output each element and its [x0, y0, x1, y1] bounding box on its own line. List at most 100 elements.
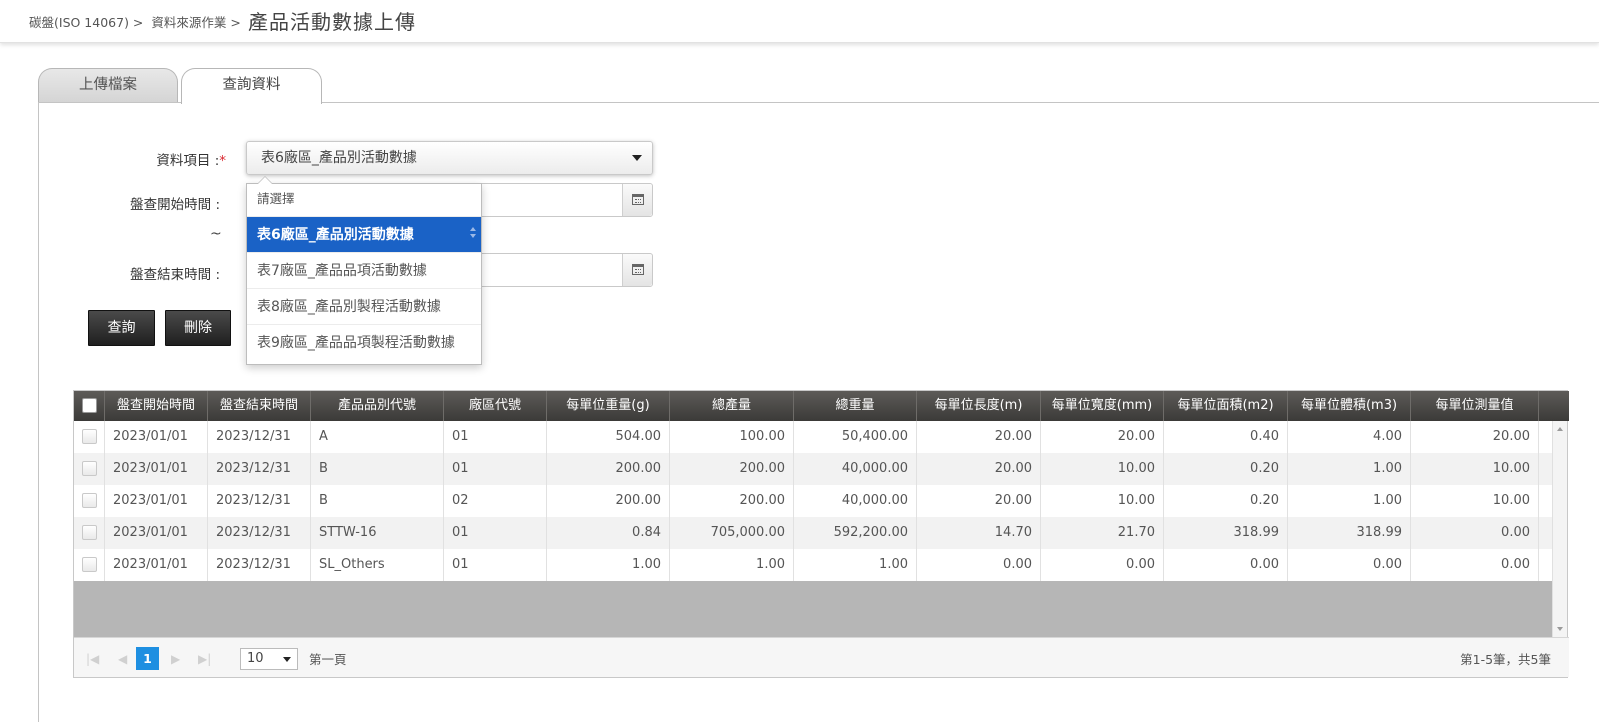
scroll-down-icon[interactable]	[1557, 627, 1563, 631]
row-checkbox[interactable]	[82, 557, 97, 572]
cell-unit-area: 0.20	[1164, 453, 1288, 485]
column-header[interactable]: 總重量	[794, 391, 917, 421]
cell-unit-length: 14.70	[917, 517, 1041, 549]
column-header[interactable]: 總產量	[670, 391, 794, 421]
cell-start-date: 2023/01/01	[105, 485, 208, 517]
cell-start-date: 2023/01/01	[105, 549, 208, 581]
dropdown-option-placeholder[interactable]: 請選擇	[247, 184, 481, 217]
row-checkbox-cell	[74, 453, 105, 485]
cell-unit-length: 20.00	[917, 453, 1041, 485]
cell-product-code: STTW-16	[311, 517, 444, 549]
data-item-select-value: 表6廠區_產品別活動數據	[261, 150, 417, 166]
start-time-label: 盤查開始時間 :	[130, 197, 220, 213]
cell-unit-measure: 0.00	[1411, 517, 1539, 549]
cell-total-weight: 50,400.00	[794, 421, 917, 453]
start-date-calendar-button[interactable]	[622, 184, 652, 216]
cell-total-output: 200.00	[670, 485, 794, 517]
cell-end-date: 2023/12/31	[208, 421, 311, 453]
row-checkbox-cell	[74, 421, 105, 453]
end-date-calendar-button[interactable]	[622, 254, 652, 286]
cell-total-weight: 40,000.00	[794, 485, 917, 517]
grid-vertical-scrollbar[interactable]	[1552, 421, 1567, 637]
column-header[interactable]: 產品品別代號	[311, 391, 444, 421]
dropdown-option-label: 表6廠區_產品別活動數據	[257, 227, 414, 243]
cell-plant-code: 01	[444, 421, 547, 453]
chevron-down-icon	[283, 657, 291, 662]
cell-end-date: 2023/12/31	[208, 485, 311, 517]
last-page-icon[interactable]: ▶|	[198, 652, 211, 666]
cell-unit-weight: 200.00	[547, 485, 670, 517]
column-header[interactable]: 盤查開始時間	[105, 391, 208, 421]
dropdown-option-table6[interactable]: 表6廠區_產品別活動數據	[247, 217, 481, 253]
dropdown-option-table8[interactable]: 表8廠區_產品別製程活動數據	[247, 289, 481, 325]
breadcrumb-item-carbon[interactable]: 碳盤(ISO 14067) >	[29, 15, 143, 30]
cell-product-code: A	[311, 421, 444, 453]
cell-unit-volume: 1.00	[1288, 485, 1411, 517]
data-item-select[interactable]: 表6廠區_產品別活動數據	[246, 141, 653, 175]
cell-unit-width: 20.00	[1041, 421, 1164, 453]
column-header[interactable]: 盤查結束時間	[208, 391, 311, 421]
cell-product-code: SL_Others	[311, 549, 444, 581]
cell-start-date: 2023/01/01	[105, 517, 208, 549]
dropdown-pointer	[257, 176, 273, 184]
tab-query-data[interactable]: 查詢資料	[181, 68, 322, 104]
breadcrumb: 碳盤(ISO 14067) > 資料來源作業 >	[29, 12, 245, 31]
tab-upload-file[interactable]: 上傳檔案	[38, 68, 178, 103]
row-checkbox-cell	[74, 517, 105, 549]
page-size-value: 10	[247, 651, 264, 666]
cell-plant-code: 01	[444, 517, 547, 549]
cell-unit-length: 20.00	[917, 421, 1041, 453]
cell-unit-weight: 504.00	[547, 421, 670, 453]
cell-unit-length: 20.00	[917, 485, 1041, 517]
next-page-icon[interactable]: ▶	[171, 652, 180, 666]
cell-unit-volume: 4.00	[1288, 421, 1411, 453]
row-checkbox[interactable]	[82, 525, 97, 540]
first-page-icon[interactable]: |◀	[86, 652, 99, 666]
column-header[interactable]: 每單位測量值	[1411, 391, 1539, 421]
pager-page-text: 第一頁	[309, 652, 347, 667]
cell-unit-measure: 10.00	[1411, 453, 1539, 485]
table-row[interactable]: 2023/01/01 2023/12/31 STTW-16 01 0.84 70…	[74, 517, 1554, 549]
cell-total-output: 1.00	[670, 549, 794, 581]
cell-total-weight: 592,200.00	[794, 517, 917, 549]
column-header[interactable]: 廠區代號	[444, 391, 547, 421]
top-header: 碳盤(ISO 14067) > 資料來源作業 > 產品活動數據上傳	[0, 0, 1599, 43]
dropdown-option-table7[interactable]: 表7廠區_產品品項活動數據	[247, 253, 481, 289]
column-header[interactable]: 每單位面積(m2)	[1164, 391, 1288, 421]
table-row[interactable]: 2023/01/01 2023/12/31 B 01 200.00 200.00…	[74, 453, 1554, 485]
prev-page-icon[interactable]: ◀	[118, 652, 127, 666]
cell-unit-weight: 1.00	[547, 549, 670, 581]
select-all-checkbox[interactable]	[82, 398, 97, 413]
row-checkbox[interactable]	[82, 429, 97, 444]
cell-unit-weight: 0.84	[547, 517, 670, 549]
data-item-dropdown: 請選擇 表6廠區_產品別活動數據 表7廠區_產品品項活動數據 表8廠區_產品別製…	[246, 176, 482, 365]
cell-unit-area: 318.99	[1164, 517, 1288, 549]
dropdown-option-table9[interactable]: 表9廠區_產品品項製程活動數據	[247, 325, 481, 361]
table-row[interactable]: 2023/01/01 2023/12/31 B 02 200.00 200.00…	[74, 485, 1554, 517]
row-checkbox[interactable]	[82, 461, 97, 476]
pager-current-page[interactable]: 1	[136, 647, 159, 670]
query-button[interactable]: 查詢	[88, 310, 155, 346]
column-header[interactable]: 每單位長度(m)	[917, 391, 1041, 421]
cell-total-output: 705,000.00	[670, 517, 794, 549]
table-row[interactable]: 2023/01/01 2023/12/31 SL_Others 01 1.00 …	[74, 549, 1554, 581]
row-checkbox[interactable]	[82, 493, 97, 508]
column-header[interactable]: 每單位寬度(mm)	[1041, 391, 1164, 421]
breadcrumb-item-source[interactable]: 資料來源作業 >	[151, 15, 240, 30]
column-header[interactable]: 每單位重量(g)	[547, 391, 670, 421]
cell-unit-volume: 0.00	[1288, 549, 1411, 581]
cell-product-code: B	[311, 453, 444, 485]
page-size-select[interactable]: 10	[240, 648, 298, 670]
table-row[interactable]: 2023/01/01 2023/12/31 A 01 504.00 100.00…	[74, 421, 1554, 453]
calendar-icon	[632, 194, 644, 205]
column-header[interactable]: 每單位體積(m3)	[1288, 391, 1411, 421]
end-time-label: 盤查結束時間 :	[130, 267, 220, 283]
row-checkbox-cell	[74, 549, 105, 581]
cell-total-output: 200.00	[670, 453, 794, 485]
page-title: 產品活動數據上傳	[248, 10, 416, 34]
grid-body: 2023/01/01 2023/12/31 A 01 504.00 100.00…	[74, 421, 1554, 637]
delete-button[interactable]: 刪除	[165, 310, 231, 346]
scroll-up-icon[interactable]	[1557, 427, 1563, 431]
grid-pager: |◀ ◀ 1 ▶ ▶| 10 第一頁 第1-5筆，共5筆	[74, 637, 1569, 677]
cell-start-date: 2023/01/01	[105, 421, 208, 453]
